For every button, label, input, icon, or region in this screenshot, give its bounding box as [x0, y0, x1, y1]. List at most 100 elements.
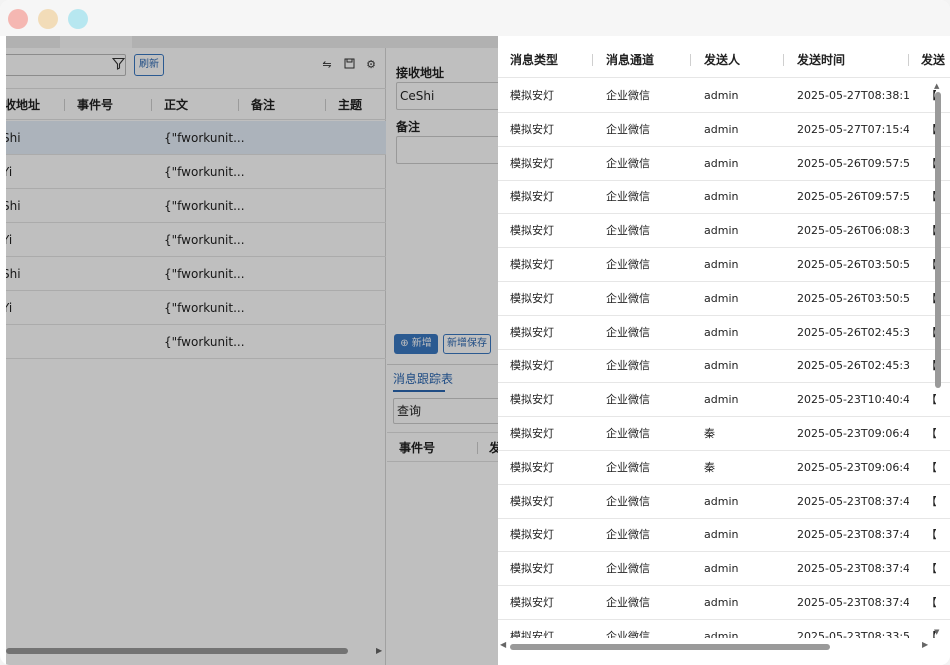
cell-sender: admin: [704, 359, 739, 373]
table-row[interactable]: 模拟安灯 企业微信 admin 2025-05-23T08:37:4... 【: [498, 518, 950, 553]
table-row[interactable]: 模拟安灯 企业微信 admin 2025-05-26T09:57:5... 【: [498, 180, 950, 215]
cell-channel: 企业微信: [606, 427, 650, 440]
cell-channel: 企业微信: [606, 393, 650, 407]
drawer-horizontal-scrollbar[interactable]: [510, 644, 830, 650]
close-window-button[interactable]: [8, 9, 28, 29]
table-row[interactable]: 模拟安灯 企业微信 秦 2025-05-23T09:06:4... 【: [498, 451, 950, 485]
cell-sender: admin: [704, 122, 739, 136]
message-history-drawer: 消息类型 消息通道 发送人 发送时间 发送 模拟安灯 企业微信 admin 2025-…: [498, 36, 950, 665]
cell-message-type: 模拟安灯: [510, 460, 554, 474]
cell-send-time: 2025-05-26T02:45:3...: [797, 325, 909, 339]
cell-message-type: 模拟安灯: [510, 494, 554, 508]
cell-channel: 企业微信: [606, 258, 650, 271]
cell-channel: 企业微信: [606, 156, 650, 170]
column-header-content[interactable]: 发送: [921, 42, 950, 78]
drawer-vertical-scrollbar[interactable]: [935, 92, 941, 388]
column-header-channel[interactable]: 消息通道: [606, 42, 654, 78]
table-row[interactable]: 模拟安灯 企业微信 admin 2025-05-27T07:15:4... 【: [498, 113, 950, 147]
cell-send-time: 2025-05-26T03:50:5...: [797, 291, 909, 305]
cell-content: 【: [926, 427, 936, 440]
column-divider[interactable]: [908, 54, 909, 66]
cell-message-type: 模拟安灯: [510, 393, 554, 407]
cell-sender: admin: [704, 258, 739, 271]
table-row[interactable]: 模拟安灯 企业微信 秦 2025-05-23T09:06:4... 【: [498, 417, 950, 451]
cell-content: 【: [926, 460, 936, 474]
table-row[interactable]: 模拟安灯 企业微信 admin 2025-05-26T09:57:5... 【: [498, 147, 950, 181]
drawer-table-header: 消息类型 消息通道 发送人 发送时间 发送: [498, 42, 950, 78]
cell-sender: admin: [704, 224, 739, 238]
cell-sender: admin: [704, 156, 739, 170]
cell-send-time: 2025-05-26T06:08:3...: [797, 224, 909, 238]
title-bar: [0, 0, 950, 36]
cell-message-type: 模拟安灯: [510, 156, 554, 170]
cell-channel: 企业微信: [606, 291, 650, 305]
cell-sender: admin: [704, 89, 739, 102]
cell-sender: admin: [704, 596, 739, 609]
column-header-send-time[interactable]: 发送时间: [797, 42, 845, 78]
cell-channel: 企业微信: [606, 325, 650, 339]
cell-channel: 企业微信: [606, 122, 650, 136]
cell-sender: admin: [704, 494, 739, 508]
cell-channel: 企业微信: [606, 224, 650, 238]
cell-sender: admin: [704, 393, 739, 407]
drawer-horizontal-scroll-track: [498, 638, 950, 665]
cell-channel: 企业微信: [606, 562, 650, 576]
cell-send-time: 2025-05-27T08:38:1...: [797, 89, 909, 102]
cell-message-type: 模拟安灯: [510, 359, 554, 373]
column-header-sender[interactable]: 发送人: [704, 42, 740, 78]
cell-content: 【: [926, 494, 936, 508]
scroll-down-arrow-icon[interactable]: ▼: [934, 628, 939, 636]
cell-sender: admin: [704, 190, 739, 204]
maximize-window-button[interactable]: [68, 9, 88, 29]
cell-sender: admin: [704, 325, 739, 339]
column-divider[interactable]: [783, 54, 784, 66]
cell-message-type: 模拟安灯: [510, 562, 554, 576]
cell-message-type: 模拟安灯: [510, 224, 554, 238]
cell-channel: 企业微信: [606, 190, 650, 204]
cell-content: 【: [926, 528, 936, 542]
cell-message-type: 模拟安灯: [510, 190, 554, 204]
cell-content: 【: [926, 393, 936, 407]
cell-message-type: 模拟安灯: [510, 427, 554, 440]
scroll-up-arrow-icon[interactable]: ▲: [934, 82, 939, 90]
table-row[interactable]: 模拟安灯 企业微信 admin 2025-05-26T03:50:5... 【: [498, 282, 950, 316]
table-row[interactable]: 模拟安灯 企业微信 admin 2025-05-27T08:38:1... 【: [498, 79, 950, 113]
cell-channel: 企业微信: [606, 359, 650, 373]
cell-channel: 企业微信: [606, 596, 650, 609]
column-divider[interactable]: [690, 54, 691, 66]
table-row[interactable]: 模拟安灯 企业微信 admin 2025-05-26T02:45:3... 【: [498, 349, 950, 384]
app-window: 刷新 ⇋ ⚙ 收地址 事件号 正文 备注 主题 Shi{"fworkunit..…: [0, 0, 950, 665]
cell-message-type: 模拟安灯: [510, 528, 554, 542]
column-header-message-type[interactable]: 消息类型: [510, 42, 558, 78]
cell-message-type: 模拟安灯: [510, 291, 554, 305]
cell-content: 【: [926, 596, 936, 609]
scroll-right-arrow-icon[interactable]: ▶: [922, 640, 928, 649]
cell-send-time: 2025-05-23T10:40:4...: [797, 393, 909, 407]
cell-channel: 企业微信: [606, 460, 650, 474]
cell-sender: admin: [704, 291, 739, 305]
cell-message-type: 模拟安灯: [510, 89, 554, 102]
cell-send-time: 2025-05-26T09:57:5...: [797, 156, 909, 170]
cell-send-time: 2025-05-26T02:45:3...: [797, 359, 909, 373]
cell-message-type: 模拟安灯: [510, 596, 554, 609]
cell-send-time: 2025-05-23T09:06:4...: [797, 427, 909, 440]
table-row[interactable]: 模拟安灯 企业微信 admin 2025-05-23T08:37:4... 【: [498, 485, 950, 519]
table-row[interactable]: 模拟安灯 企业微信 admin 2025-05-26T03:50:5... 【: [498, 248, 950, 282]
table-row[interactable]: 模拟安灯 企业微信 admin 2025-05-23T08:37:4... 【: [498, 586, 950, 620]
modal-overlay[interactable]: [6, 36, 498, 665]
column-divider[interactable]: [592, 54, 593, 66]
cell-channel: 企业微信: [606, 89, 650, 102]
table-row[interactable]: 模拟安灯 企业微信 admin 2025-05-26T06:08:3... 【: [498, 214, 950, 249]
table-row[interactable]: 模拟安灯 企业微信 admin 2025-05-23T10:40:4... 【: [498, 383, 950, 418]
cell-send-time: 2025-05-23T08:37:4...: [797, 596, 909, 609]
cell-channel: 企业微信: [606, 528, 650, 542]
scroll-left-arrow-icon[interactable]: ◀: [500, 640, 506, 649]
minimize-window-button[interactable]: [38, 9, 58, 29]
cell-sender: admin: [704, 562, 739, 576]
cell-message-type: 模拟安灯: [510, 258, 554, 271]
cell-send-time: 2025-05-23T08:37:4...: [797, 528, 909, 542]
table-row[interactable]: 模拟安灯 企业微信 admin 2025-05-23T08:37:4... 【: [498, 552, 950, 587]
table-row[interactable]: 模拟安灯 企业微信 admin 2025-05-26T02:45:3... 【: [498, 316, 950, 350]
cell-send-time: 2025-05-23T08:37:4...: [797, 494, 909, 508]
cell-content: 【: [926, 562, 936, 576]
